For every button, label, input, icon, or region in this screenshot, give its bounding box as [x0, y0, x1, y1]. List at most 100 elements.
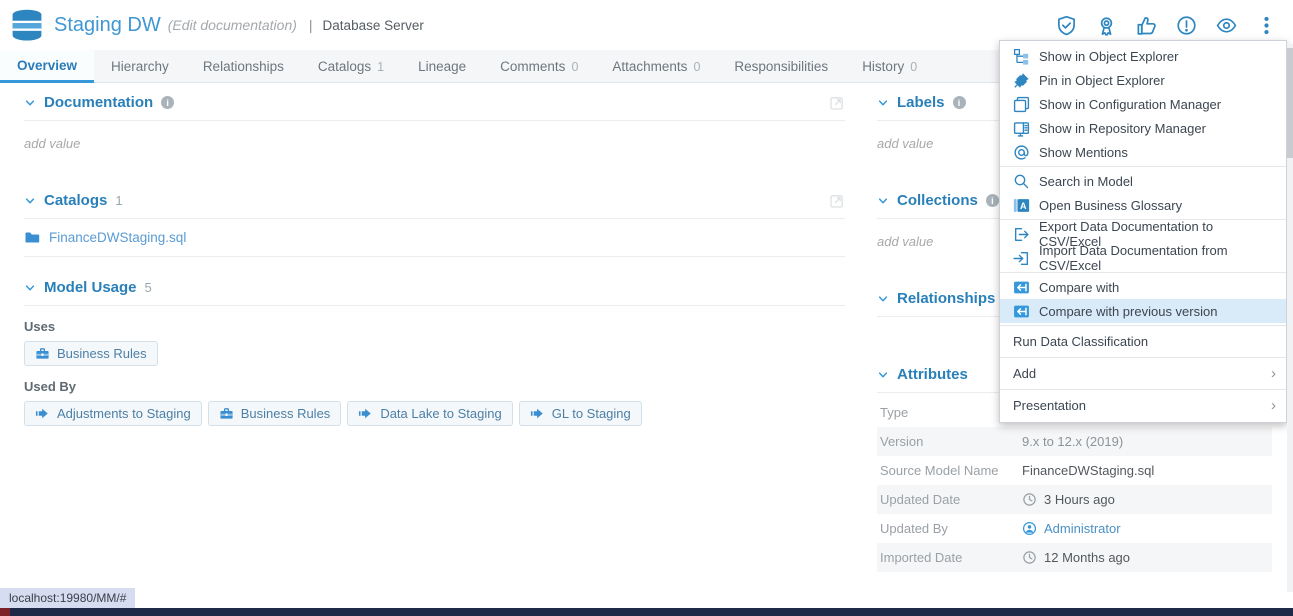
tab-hierarchy[interactable]: Hierarchy	[94, 50, 186, 83]
database-icon	[9, 7, 45, 43]
mapping-arrow-icon	[530, 406, 545, 421]
tab-lineage[interactable]: Lineage	[401, 50, 483, 83]
chevron-down-icon[interactable]	[24, 282, 36, 294]
menu-item-label: Run Data Classification	[1013, 334, 1148, 349]
glossary-icon: A	[1013, 197, 1030, 214]
configuration-manager-icon	[1013, 96, 1030, 113]
chevron-down-icon[interactable]	[877, 369, 889, 381]
info-icon: i	[161, 96, 174, 109]
external-link-icon[interactable]	[829, 95, 845, 111]
menu-item-show-in-object-explorer[interactable]: Show in Object Explorer	[1000, 44, 1286, 68]
documentation-add-value[interactable]: add value	[24, 121, 845, 170]
usage-chip-gl-to-staging[interactable]: GL to Staging	[519, 401, 642, 426]
certification-icon[interactable]	[1096, 15, 1117, 36]
menu-item-label: Show in Object Explorer	[1039, 49, 1178, 64]
documentation-title: Documentation	[44, 94, 153, 111]
alert-circle-icon[interactable]	[1176, 15, 1197, 36]
chevron-down-icon[interactable]	[877, 97, 889, 109]
model-usage-title: Model Usage	[44, 279, 137, 296]
chevron-down-icon[interactable]	[877, 293, 889, 305]
tab-relationships[interactable]: Relationships	[186, 50, 301, 83]
chevron-down-icon[interactable]	[24, 195, 36, 207]
attribute-value: FinanceDWStaging.sql	[1022, 463, 1154, 478]
attribute-label: Imported Date	[880, 550, 1022, 565]
edit-documentation-link[interactable]: (Edit documentation)	[168, 17, 297, 33]
object-explorer-icon	[1013, 48, 1030, 65]
clock-icon	[1022, 550, 1037, 565]
user-circle-icon	[1022, 521, 1037, 536]
attributes-title: Attributes	[897, 366, 968, 383]
tab-catalogs[interactable]: Catalogs1	[301, 50, 401, 83]
attribute-row-updated-by: Updated ByAdministrator	[877, 514, 1272, 543]
menu-item-show-in-repository-manager[interactable]: Show in Repository Manager	[1000, 116, 1286, 140]
bottom-taskbar-red-segment	[0, 608, 10, 616]
menu-item-run-data-classification[interactable]: Run Data Classification	[1000, 328, 1286, 355]
briefcase-icon	[219, 406, 234, 421]
tab-comments[interactable]: Comments0	[483, 50, 595, 83]
tab-count: 0	[571, 60, 578, 74]
menu-item-label: Show Mentions	[1039, 145, 1128, 160]
menu-item-show-mentions[interactable]: Show Mentions	[1000, 140, 1286, 164]
usage-chip-business-rules[interactable]: Business Rules	[24, 341, 158, 366]
menu-item-compare-with[interactable]: Compare with	[1000, 275, 1286, 299]
section-model-usage: Model Usage 5 Uses Business Rules Used B…	[24, 273, 845, 426]
usage-chip-business-rules[interactable]: Business Rules	[208, 401, 342, 426]
menu-item-search-in-model[interactable]: Search in Model	[1000, 169, 1286, 193]
mapping-arrow-icon	[358, 406, 373, 421]
chip-label: Business Rules	[57, 346, 147, 361]
shield-check-icon[interactable]	[1056, 15, 1077, 36]
attribute-value: 12 Months ago	[1022, 550, 1130, 565]
thumbs-up-icon[interactable]	[1136, 15, 1157, 36]
chevron-down-icon[interactable]	[877, 195, 889, 207]
chevron-down-icon[interactable]	[24, 97, 36, 109]
menu-item-open-business-glossary[interactable]: AOpen Business Glossary	[1000, 193, 1286, 217]
submenu-chevron-right-icon: ›	[1271, 366, 1276, 381]
menu-item-compare-with-previous-version[interactable]: Compare with previous version	[1000, 299, 1286, 323]
tab-responsibilities[interactable]: Responsibilities	[717, 50, 845, 83]
menu-item-show-in-configuration-manager[interactable]: Show in Configuration Manager	[1000, 92, 1286, 116]
attribute-row-updated-date: Updated Date3 Hours ago	[877, 485, 1272, 514]
repository-manager-icon	[1013, 120, 1030, 137]
attribute-value[interactable]: Administrator	[1022, 521, 1121, 536]
chip-label: Business Rules	[241, 406, 331, 421]
menu-separator	[1000, 357, 1286, 358]
menu-item-label: Import Data Documentation from CSV/Excel	[1039, 243, 1276, 273]
catalogs-title: Catalogs	[44, 192, 107, 209]
search-icon	[1013, 173, 1030, 190]
import-icon	[1013, 250, 1030, 267]
tab-label: Lineage	[418, 59, 466, 74]
menu-item-label: Add	[1013, 366, 1036, 381]
external-link-icon[interactable]	[829, 193, 845, 209]
used-by-label: Used By	[24, 379, 845, 394]
catalog-item-label: FinanceDWStaging.sql	[49, 230, 186, 245]
tab-history[interactable]: History0	[845, 50, 934, 83]
catalog-items: FinanceDWStaging.sql	[24, 219, 845, 257]
tab-label: Attachments	[612, 59, 687, 74]
tab-count: 0	[693, 60, 700, 74]
tab-overview[interactable]: Overview	[0, 50, 94, 83]
tab-count: 0	[910, 60, 917, 74]
menu-item-pin-in-object-explorer[interactable]: Pin in Object Explorer	[1000, 68, 1286, 92]
tab-count: 1	[377, 60, 384, 74]
eye-icon[interactable]	[1216, 15, 1237, 36]
kebab-menu-icon[interactable]	[1256, 15, 1277, 36]
bottom-taskbar	[0, 608, 1293, 616]
attribute-row-imported-date: Imported Date12 Months ago	[877, 543, 1272, 572]
scrollbar-thumb[interactable]	[1287, 48, 1293, 158]
attributes-table: TypeVersion9.x to 12.x (2019)Source Mode…	[877, 398, 1272, 572]
used-by-chip-list: Adjustments to Staging Business Rules Data…	[24, 401, 845, 426]
chip-label: Adjustments to Staging	[57, 406, 191, 421]
menu-item-add[interactable]: Add ›	[1000, 360, 1286, 387]
tab-attachments[interactable]: Attachments 0	[595, 50, 717, 83]
usage-chip-data-lake-to-staging[interactable]: Data Lake to Staging	[347, 401, 512, 426]
folder-icon	[24, 229, 40, 245]
left-panel: Documentation i add value Catalogs 1 Fin…	[24, 88, 845, 426]
attribute-label: Source Model Name	[880, 463, 1022, 478]
briefcase-icon	[35, 346, 50, 361]
menu-item-import-data-documentation-from-csv-excel[interactable]: Import Data Documentation from CSV/Excel	[1000, 246, 1286, 270]
menu-item-presentation[interactable]: Presentation›	[1000, 392, 1286, 419]
tab-label: Hierarchy	[111, 59, 169, 74]
catalog-item[interactable]: FinanceDWStaging.sql	[24, 219, 845, 257]
usage-chip-adjustments-to-staging[interactable]: Adjustments to Staging	[24, 401, 202, 426]
documentation-header: Documentation i	[24, 88, 845, 121]
